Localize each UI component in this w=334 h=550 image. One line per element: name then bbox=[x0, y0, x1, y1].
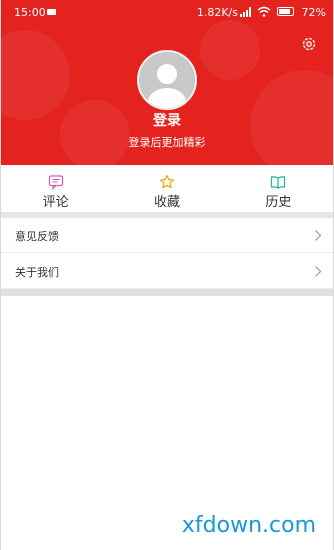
star-icon bbox=[159, 174, 174, 189]
nav-history-label: 历史 bbox=[265, 195, 292, 210]
battery-icon bbox=[277, 7, 294, 16]
nav-comments-label: 评论 bbox=[42, 195, 69, 210]
message-icon bbox=[47, 9, 56, 15]
user-silhouette-icon bbox=[148, 64, 186, 108]
book-icon bbox=[271, 176, 286, 189]
header-decoration bbox=[0, 30, 70, 120]
menu-item-feedback[interactable]: 意见反馈 bbox=[0, 218, 334, 253]
signal-icon bbox=[240, 7, 251, 17]
network-speed: 1.82K/s bbox=[196, 6, 238, 19]
quick-nav: 评论 收藏 历史 bbox=[0, 165, 334, 212]
profile-header: 15:00 1.82K/s 72% 登录 登录后更加精彩 bbox=[0, 0, 334, 165]
nav-favorites[interactable]: 收藏 bbox=[111, 165, 222, 212]
nav-history[interactable]: 历史 bbox=[223, 165, 334, 212]
menu-item-label: 意见反馈 bbox=[15, 230, 59, 243]
section-divider bbox=[0, 289, 334, 296]
status-bar: 15:00 1.82K/s 72% bbox=[0, 0, 334, 24]
battery-percent: 72% bbox=[301, 6, 326, 19]
settings-gear-icon[interactable] bbox=[301, 36, 317, 52]
login-subtitle: 登录后更加精彩 bbox=[128, 136, 206, 149]
status-time: 15:00 bbox=[14, 6, 46, 19]
chevron-right-icon bbox=[315, 230, 322, 241]
login-button[interactable]: 登录 bbox=[0, 110, 334, 130]
nav-comments[interactable]: 评论 bbox=[0, 165, 111, 212]
nav-favorites-label: 收藏 bbox=[153, 195, 180, 210]
header-decoration bbox=[200, 20, 260, 80]
watermark: xfdown.com bbox=[181, 513, 316, 538]
menu-item-label: 关于我们 bbox=[15, 266, 59, 279]
menu-item-about[interactable]: 关于我们 bbox=[0, 254, 334, 289]
comment-icon bbox=[48, 175, 63, 190]
wifi-icon bbox=[257, 6, 271, 17]
avatar[interactable] bbox=[137, 50, 197, 110]
chevron-right-icon bbox=[315, 266, 322, 277]
